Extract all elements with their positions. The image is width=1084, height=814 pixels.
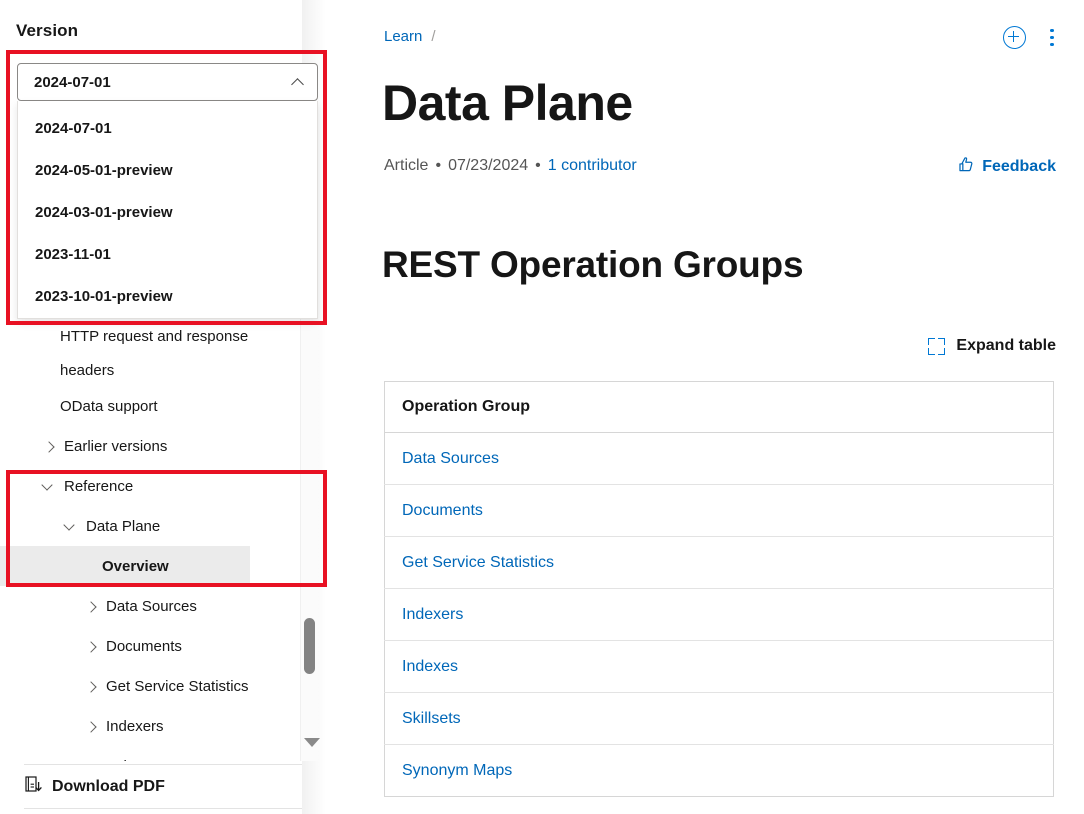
table-row: Documents	[384, 484, 1054, 537]
sidebar-item-data-plane[interactable]: Data Plane	[0, 506, 302, 546]
sidebar-item-label: Reference	[64, 477, 134, 495]
version-select-value: 2024-07-01	[34, 73, 111, 91]
sidebar-scrollbar[interactable]	[300, 318, 320, 761]
sidebar-item-reference[interactable]: Reference	[0, 466, 302, 506]
sidebar-item-overview[interactable]: Overview	[0, 546, 250, 586]
header-actions	[1003, 26, 1054, 49]
meta-separator: •	[535, 157, 541, 174]
meta-separator: •	[435, 157, 442, 174]
expand-icon	[928, 337, 946, 355]
plus-circle-icon[interactable]	[1003, 26, 1026, 49]
table-row: Indexes	[384, 640, 1054, 693]
operation-group-link[interactable]: Documents	[402, 502, 483, 519]
main-content: Learn / Data Plane Article • 07/23/2024 …	[326, 0, 1084, 814]
operation-group-link[interactable]: Indexes	[402, 658, 458, 675]
sidebar-item-label: Earlier versions	[64, 437, 168, 455]
version-option[interactable]: 2024-03-01-preview	[18, 191, 317, 233]
sidebar-item-label: Indexes	[106, 758, 159, 762]
sidebar-item-data-sources[interactable]: Data Sources	[0, 586, 302, 626]
sidebar-item-get-service-statistics[interactable]: Get Service Statistics	[0, 666, 302, 706]
table-cell: Indexes	[384, 640, 1054, 693]
table-cell: Indexers	[384, 588, 1054, 641]
table-row: Synonym Maps	[385, 745, 1054, 797]
sidebar-nav-tree: HTTP request and response headers OData …	[0, 318, 302, 761]
sidebar-item-http-headers[interactable]: HTTP request and response headers	[0, 318, 300, 386]
download-pdf-button[interactable]: Download PDF	[24, 775, 165, 799]
pdf-download-icon	[24, 775, 43, 799]
sidebar-item-indexes[interactable]: Indexes	[0, 746, 302, 762]
sidebar-item-indexers[interactable]: Indexers	[0, 706, 302, 746]
table-cell: Data Sources	[384, 432, 1054, 485]
scroll-down-arrow-icon[interactable]	[304, 738, 320, 747]
page-title: Data Plane	[382, 75, 633, 131]
article-metadata: Article • 07/23/2024 • 1 contributor	[384, 157, 637, 175]
sidebar-item-odata-support[interactable]: OData support	[0, 386, 302, 426]
operation-group-link[interactable]: Skillsets	[402, 710, 461, 727]
chevron-up-icon	[292, 76, 305, 89]
sidebar-item-label: Overview	[102, 557, 169, 575]
sidebar-item-label: Get Service Statistics	[106, 677, 249, 695]
expand-table-button[interactable]: Expand table	[928, 337, 1056, 355]
operation-group-link[interactable]: Synonym Maps	[402, 762, 512, 779]
sidebar-item-label: Data Plane	[86, 517, 161, 535]
table-cell: Skillsets	[384, 692, 1054, 745]
sidebar-item-documents[interactable]: Documents	[0, 626, 302, 666]
version-option[interactable]: 2024-05-01-preview	[18, 149, 317, 191]
scrollbar-thumb[interactable]	[304, 618, 315, 674]
section-heading: REST Operation Groups	[382, 244, 804, 285]
sidebar-item-label: Documents	[106, 637, 182, 655]
expand-table-label: Expand table	[956, 337, 1056, 354]
operation-group-link[interactable]: Indexers	[402, 606, 463, 623]
download-pdf-label: Download PDF	[52, 778, 165, 795]
sidebar: Version 2024-07-01 2024-07-01 2024-05-01…	[0, 0, 326, 814]
version-label: Version	[16, 21, 79, 40]
table-cell: Documents	[384, 484, 1054, 537]
sidebar-divider	[24, 764, 302, 765]
table-row: Skillsets	[384, 692, 1054, 745]
thumbs-up-icon	[956, 155, 975, 179]
table-cell: Synonym Maps	[385, 745, 1054, 797]
feedback-button[interactable]: Feedback	[956, 155, 1056, 179]
article-date: 07/23/2024	[448, 157, 529, 174]
sidebar-item-label: Indexers	[106, 717, 164, 735]
sidebar-bottom-divider	[24, 808, 302, 809]
version-select-button[interactable]: 2024-07-01	[17, 63, 318, 101]
sidebar-item-label: Data Sources	[106, 597, 197, 615]
table-cell: Get Service Statistics	[384, 536, 1054, 589]
operation-group-link[interactable]: Get Service Statistics	[402, 554, 554, 571]
sidebar-item-earlier-versions[interactable]: Earlier versions	[0, 426, 302, 466]
table-row: Indexers	[384, 588, 1054, 641]
contributor-count-link[interactable]: 1 contributor	[548, 157, 637, 175]
version-option[interactable]: 2023-11-01	[18, 233, 317, 275]
breadcrumb-link-learn[interactable]: Learn	[384, 28, 422, 45]
table-header-row: Operation Group	[384, 381, 1054, 433]
article-type: Article	[384, 157, 429, 174]
version-dropdown-listbox[interactable]: 2024-07-01 2024-05-01-preview 2024-03-01…	[17, 101, 318, 319]
breadcrumb-separator: /	[431, 28, 436, 45]
sidebar-item-label: HTTP request and response headers	[60, 328, 249, 379]
sidebar-item-label: OData support	[60, 397, 158, 415]
table-row: Get Service Statistics	[384, 536, 1054, 589]
version-option[interactable]: 2023-10-01-preview	[18, 275, 317, 317]
operation-groups-table: Operation Group Data Sources Documents G…	[384, 381, 1054, 797]
operation-group-link[interactable]: Data Sources	[402, 450, 499, 467]
table-row: Data Sources	[384, 432, 1054, 485]
version-option[interactable]: 2024-07-01	[18, 107, 317, 149]
breadcrumb: Learn /	[384, 28, 436, 45]
feedback-label: Feedback	[982, 158, 1056, 175]
column-header-operation-group: Operation Group	[384, 381, 1054, 433]
kebab-menu-icon[interactable]	[1050, 28, 1054, 47]
